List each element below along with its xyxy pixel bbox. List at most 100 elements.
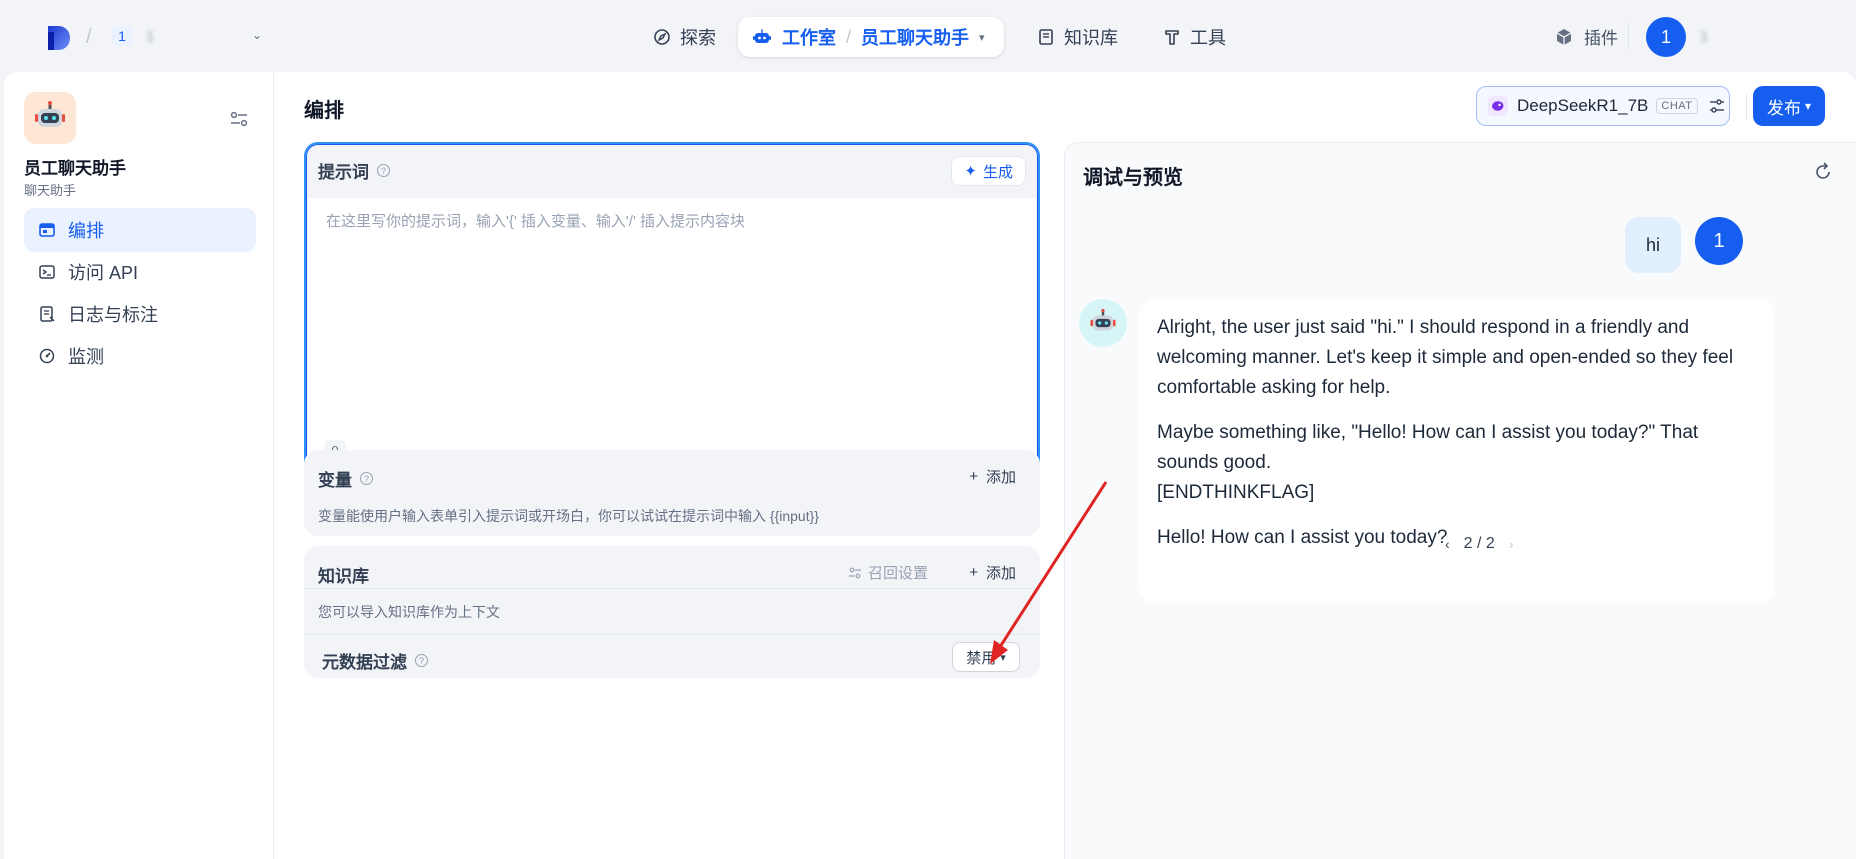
workspace-name[interactable]: 1 [146, 28, 154, 45]
chevron-down-icon[interactable]: ▾ [979, 31, 985, 44]
sidebar-item-label: 访问 API [68, 263, 139, 283]
bot-message-paragraph: [ENDTHINKFLAG] [1157, 482, 1315, 503]
preview-title: 调试与预览 [1083, 167, 1183, 189]
variables-label: 变量 [318, 471, 352, 490]
gauge-icon [39, 348, 55, 364]
plugins-button[interactable]: 插件 [1554, 24, 1618, 49]
breadcrumb-separator: / [86, 26, 92, 48]
nav-explore-label: 探索 [680, 28, 716, 48]
response-pager: ‹ 2 / 2 › [1445, 529, 1513, 559]
user-name[interactable]: 1 [1700, 28, 1708, 45]
publish-label: 发布 [1766, 98, 1801, 118]
generate-button[interactable]: ✦ 生成 [951, 156, 1026, 186]
metadata-filter-header: 元数据过滤 ? [322, 648, 428, 673]
metadata-filter-label: 元数据过滤 [322, 653, 407, 672]
chevron-down-icon[interactable]: ⌄ [252, 28, 262, 42]
nav-tools-label: 工具 [1190, 28, 1226, 48]
chevron-down-icon: ▾ [1000, 651, 1006, 664]
sparkle-icon: ✦ [964, 163, 977, 180]
avatar[interactable]: 1 [1646, 17, 1686, 57]
help-icon[interactable]: ? [415, 654, 428, 667]
plugins-label: 插件 [1584, 29, 1618, 48]
sidebar-item-logs[interactable]: 日志与标注 [24, 292, 256, 336]
publish-button[interactable]: 发布 ▾ [1753, 86, 1825, 126]
avatar: 1 [1695, 217, 1743, 265]
chevron-down-icon: ▾ [1804, 99, 1812, 113]
user-message: hi [1625, 217, 1681, 273]
app-icon [24, 92, 76, 144]
layout-icon [39, 223, 55, 237]
knowledge-card: 知识库 召回设置 + 添加 您可以导入知识库作为上下文 元数据过滤 ? 禁用 ▾ [304, 546, 1040, 678]
sidebar-item-label: 编排 [68, 221, 104, 241]
book-icon [1039, 29, 1053, 45]
bot-message: Alright, the user just said "hi." I shou… [1139, 299, 1775, 603]
recall-label: 召回设置 [867, 565, 928, 582]
robot-icon [1090, 308, 1116, 331]
logo-icon[interactable] [44, 24, 72, 52]
divider [304, 634, 1040, 635]
add-label: 添加 [985, 565, 1016, 582]
sidebar-item-monitor[interactable]: 监测 [24, 334, 256, 378]
top-bar: / 1 1 ⌄ 探索 工作室 / 员工聊天助手 ▾ 知识库 工具 插件 1 1 [0, 0, 1856, 72]
prompt-header: 提示词 ? [318, 158, 390, 183]
breadcrumb-separator: / [846, 26, 852, 47]
nav-explore[interactable]: 探索 [652, 22, 716, 52]
metadata-filter-value: 禁用 [966, 649, 997, 667]
nav-knowledge[interactable]: 知识库 [1036, 22, 1118, 52]
prompt-placeholder: 在这里写你的提示词，输入'{' 插入变量、输入'/' 插入提示内容块 [326, 213, 745, 230]
knowledge-label: 知识库 [318, 567, 369, 586]
cube-icon [1556, 28, 1572, 45]
divider [1746, 94, 1747, 120]
main-panel: 编排 DeepSeekR1_7B CHAT 发布 ▾ 提示词 ? ✦ 生成 在这… [274, 72, 1856, 859]
add-variable-button[interactable]: + 添加 [969, 466, 1016, 487]
sidebar-item-label: 监测 [68, 347, 104, 367]
debug-preview-panel: 调试与预览 hi 1 Alright, the user just said "… [1064, 142, 1856, 859]
plus-icon: + [969, 564, 978, 581]
model-name: DeepSeekR1_7B [1517, 96, 1649, 115]
sidebar-item-orchestrate[interactable]: 编排 [24, 208, 256, 252]
knowledge-description: 您可以导入知识库作为上下文 [318, 604, 500, 620]
metadata-filter-select[interactable]: 禁用 ▾ [952, 642, 1020, 672]
robot-icon [35, 101, 65, 127]
recall-settings-button[interactable]: 召回设置 [848, 562, 928, 583]
help-icon[interactable]: ? [377, 164, 390, 177]
divider [304, 588, 1040, 589]
current-app-selector[interactable]: 员工聊天助手 [861, 24, 969, 50]
bot-message-paragraph: Alright, the user just said "hi." I shou… [1157, 317, 1734, 398]
add-label: 添加 [985, 469, 1016, 486]
nav-studio[interactable]: 工作室 / 员工聊天助手 ▾ [738, 17, 1004, 57]
chevron-right-icon[interactable]: › [1509, 529, 1514, 559]
plus-icon: + [969, 468, 978, 485]
nav-knowledge-label: 知识库 [1064, 28, 1118, 48]
page-title: 编排 [304, 100, 344, 122]
prompt-label: 提示词 [318, 163, 369, 182]
sliders-icon[interactable] [228, 108, 250, 130]
terminal-icon [39, 265, 55, 279]
sidebar-item-api[interactable]: 访问 API [24, 250, 256, 294]
chevron-left-icon[interactable]: ‹ [1445, 529, 1450, 559]
nav-tools[interactable]: 工具 [1162, 22, 1226, 52]
robot-icon [753, 29, 771, 43]
workspace-badge[interactable]: 1 [112, 26, 132, 46]
help-icon[interactable]: ? [360, 472, 373, 485]
variables-header: 变量 ? [318, 466, 373, 491]
sliders-icon[interactable] [1708, 97, 1726, 115]
app-name: 员工聊天助手 [24, 159, 126, 178]
log-icon [40, 306, 55, 322]
variables-description: 变量能使用户输入表单引入提示词或开场白，你可以试试在提示词中输入 {{input… [318, 508, 819, 524]
bot-avatar [1079, 299, 1127, 347]
nav-studio-label: 工作室 [782, 28, 836, 48]
add-knowledge-button[interactable]: + 添加 [969, 562, 1016, 583]
pager-label: 2 / 2 [1463, 535, 1495, 552]
sliders-icon [848, 567, 861, 578]
knowledge-header: 知识库 [318, 562, 369, 587]
sidebar-item-label: 日志与标注 [68, 305, 158, 325]
deepseek-logo-icon [1488, 96, 1508, 116]
generate-label: 生成 [982, 163, 1013, 181]
variables-card: 变量 ? + 添加 变量能使用户输入表单引入提示词或开场白，你可以试试在提示词中… [304, 450, 1040, 536]
app-type: 聊天助手 [24, 183, 77, 198]
sidebar: 员工聊天助手 聊天助手 编排 访问 API 日志与标注 监测 [4, 72, 274, 859]
model-selector[interactable]: DeepSeekR1_7B CHAT [1476, 86, 1730, 126]
divider [1628, 22, 1629, 50]
refresh-icon[interactable] [1812, 161, 1834, 183]
